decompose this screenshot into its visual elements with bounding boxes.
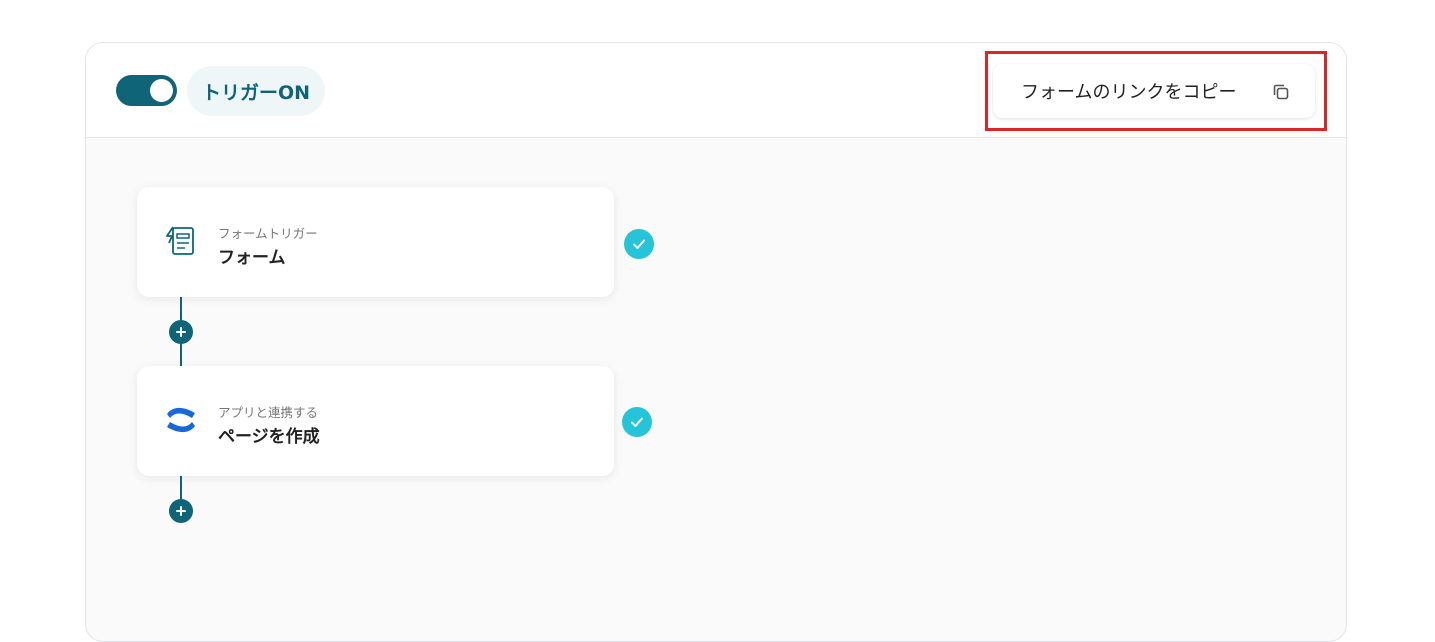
plus-icon — [176, 506, 186, 516]
flow-header: トリガーON フォームのリンクをコピー — [86, 43, 1346, 138]
add-step-button[interactable] — [169, 320, 193, 344]
copy-form-link-label: フォームのリンクをコピー — [1021, 82, 1237, 103]
copy-link-highlight: フォームのリンクをコピー — [985, 51, 1327, 131]
confluence-icon — [167, 407, 195, 433]
step-title: ページを作成 — [218, 427, 320, 447]
plus-icon — [176, 327, 186, 337]
flow-step-create-page[interactable]: アプリと連携する ページを作成 — [137, 366, 614, 476]
add-step-button[interactable] — [169, 499, 193, 523]
workflow-panel: トリガーON フォームのリンクをコピー フォームトリガー フォーム アプリと連携… — [85, 42, 1347, 642]
flow-step-form-trigger[interactable]: フォームトリガー フォーム — [137, 187, 614, 297]
step-title: フォーム — [218, 248, 286, 268]
copy-form-link-button[interactable]: フォームのリンクをコピー — [993, 64, 1315, 118]
step-subtitle: アプリと連携する — [218, 405, 319, 420]
trigger-status-badge: トリガーON — [187, 66, 326, 116]
form-trigger-icon — [166, 226, 194, 255]
step-complete-check-icon — [622, 407, 652, 437]
step-subtitle: フォームトリガー — [218, 226, 318, 241]
step-complete-check-icon — [624, 229, 654, 259]
toggle-knob — [150, 79, 173, 102]
trigger-toggle[interactable] — [116, 75, 177, 106]
trigger-status-label: トリガーON — [202, 81, 311, 104]
copy-icon — [1273, 84, 1289, 100]
